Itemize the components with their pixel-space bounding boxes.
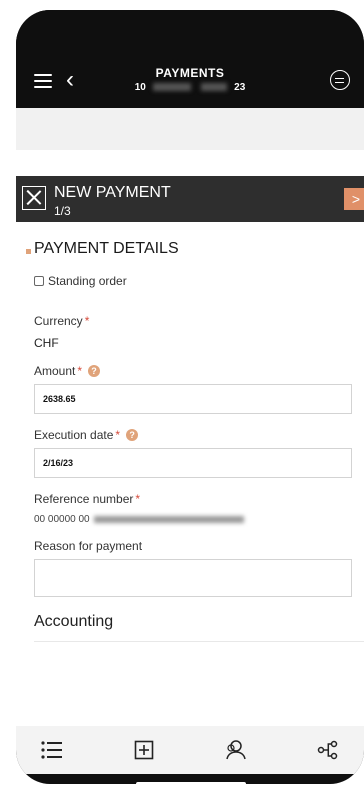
currency-label: Currency (34, 314, 83, 328)
reference-value: 00 00000 00 (34, 514, 352, 525)
header-step: 1/3 (54, 204, 71, 218)
amount-field: Amount * ? 2638.65 (16, 364, 364, 414)
bottom-nav (16, 726, 364, 774)
home-indicator (136, 782, 246, 784)
phone-frame: ‹ PAYMENTS 10 23 NEW PAYMENT 1/3 > PAYME… (16, 10, 364, 784)
execution-date-help-icon[interactable]: ? (126, 429, 139, 441)
subtitle-suffix: 23 (234, 82, 246, 93)
execution-date-label: Execution date (34, 428, 114, 442)
subtitle-prefix: 10 (134, 82, 146, 93)
page-subtitle: 10 23 (16, 82, 364, 93)
spacer-band (16, 108, 364, 150)
status-bar (16, 10, 364, 54)
screen: ‹ PAYMENTS 10 23 NEW PAYMENT 1/3 > PAYME… (16, 10, 364, 784)
header-title: NEW PAYMENT (54, 184, 171, 201)
nav-list-icon[interactable] (34, 732, 70, 768)
accounting-divider (34, 641, 364, 642)
subtitle-redacted (152, 83, 191, 92)
reference-required: * (135, 492, 141, 506)
next-button[interactable]: > (344, 188, 364, 210)
subtitle-redacted-2 (201, 83, 228, 92)
currency-field: Currency * CHF (16, 314, 364, 350)
currency-value: CHF (34, 336, 59, 350)
standing-order-row[interactable]: Standing order (16, 274, 364, 288)
nav-contacts-icon[interactable] (218, 732, 254, 768)
execution-date-input[interactable]: 2/16/23 (34, 448, 352, 478)
section-marker (26, 249, 31, 254)
top-bar: ‹ PAYMENTS 10 23 (16, 54, 364, 108)
nav-share-icon[interactable] (310, 732, 346, 768)
close-icon[interactable] (22, 186, 46, 210)
page-title: PAYMENTS (155, 66, 225, 80)
content: NEW PAYMENT 1/3 > PAYMENT DETAILS Standi… (16, 150, 364, 740)
reason-field: Reason for payment (16, 539, 364, 597)
logout-icon[interactable] (330, 70, 350, 90)
currency-required: * (84, 314, 90, 328)
reference-field: Reference number * 00 00000 00 (16, 492, 364, 525)
execution-date-field: Execution date * ? 2/16/23 (16, 428, 364, 478)
reference-redacted (93, 516, 244, 523)
amount-input[interactable]: 2638.65 (34, 384, 352, 414)
standing-order-checkbox[interactable] (34, 276, 44, 286)
amount-required: * (77, 364, 83, 378)
standing-order-label: Standing order (48, 274, 127, 288)
reason-input[interactable] (34, 559, 352, 597)
reference-label: Reference number (34, 492, 134, 506)
execution-date-required: * (115, 428, 121, 442)
nav-add-icon[interactable] (126, 732, 162, 768)
amount-label: Amount (34, 364, 76, 378)
reason-label: Reason for payment (34, 539, 143, 553)
amount-help-icon[interactable]: ? (88, 365, 101, 377)
section-title: PAYMENT DETAILS (16, 240, 364, 258)
accounting-title: Accounting (34, 613, 114, 630)
payment-header: NEW PAYMENT 1/3 > (16, 176, 364, 222)
